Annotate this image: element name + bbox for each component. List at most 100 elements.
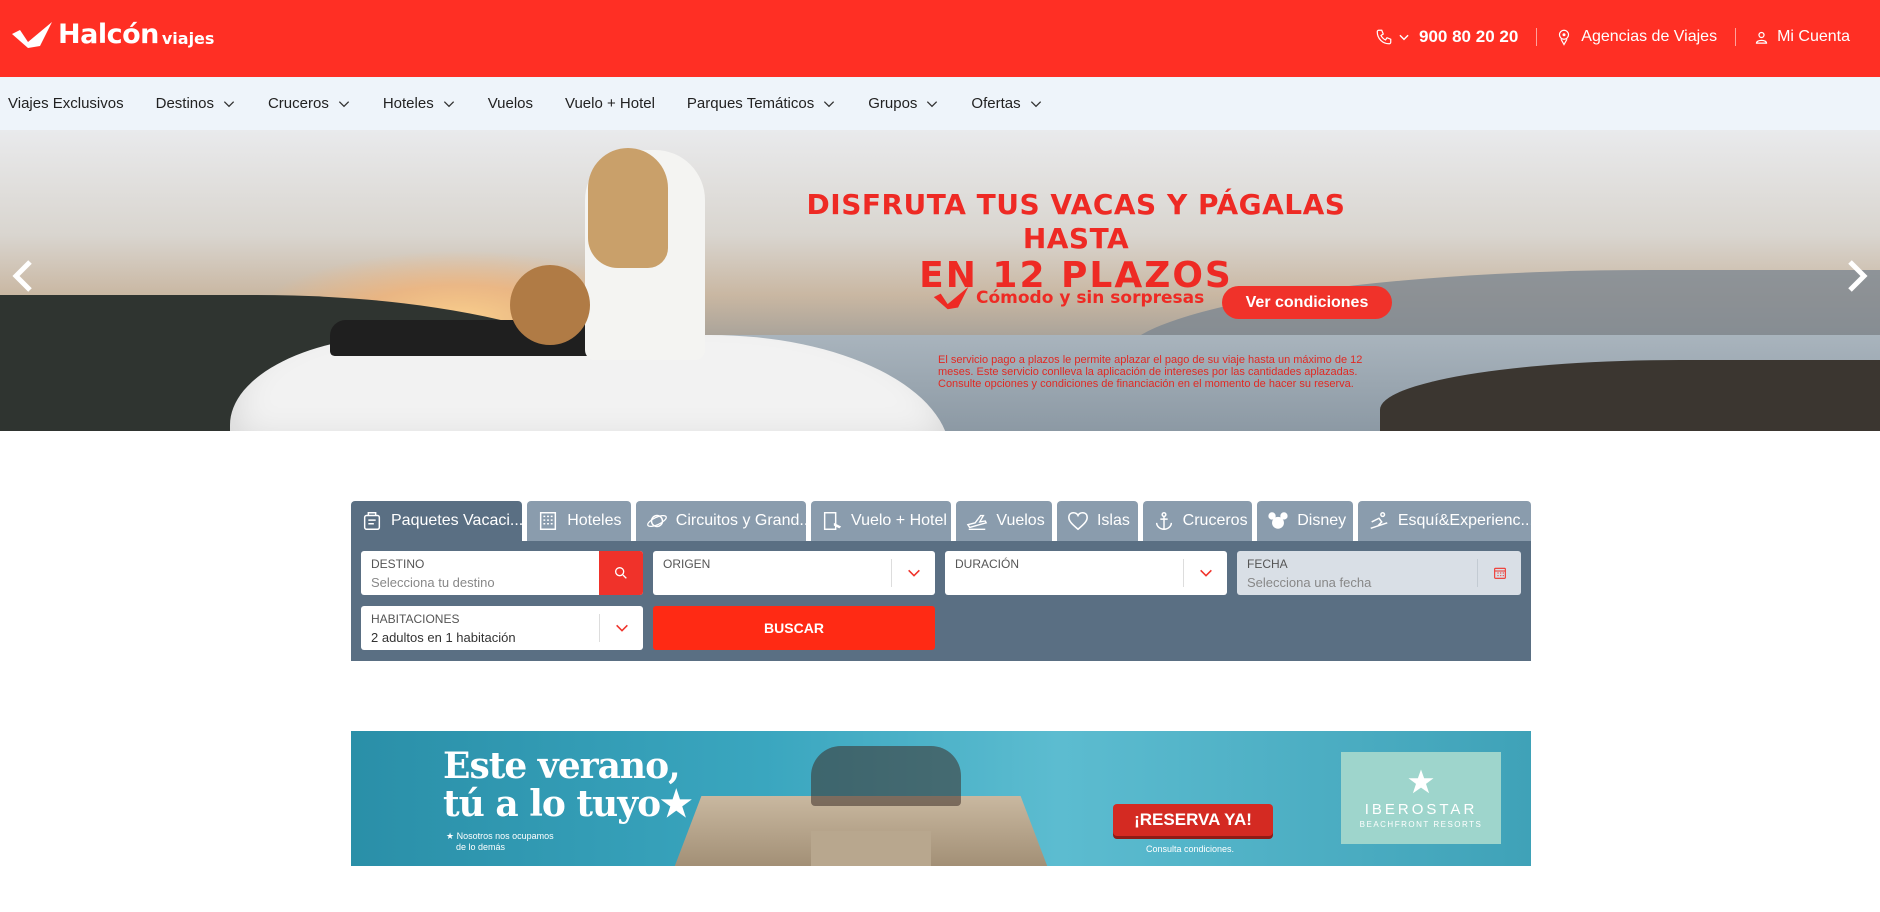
- tab-esqui[interactable]: Esquí&Experienc...: [1357, 501, 1532, 541]
- user-icon: [1755, 31, 1768, 44]
- agencias-label: Agencias de Viajes: [1581, 28, 1718, 45]
- hero-title: DISFRUTA TUS VACAS Y PÁGALAS HASTA: [806, 188, 1346, 255]
- chevron-down-icon: [615, 624, 628, 632]
- phone-icon: [1376, 29, 1392, 45]
- top-header: Halcón viajes 900 80 20 20 Agencias de V…: [0, 0, 1880, 77]
- chevron-down-icon: [824, 100, 835, 107]
- hero-carousel: DISFRUTA TUS VACAS Y PÁGALAS HASTA EN 12…: [0, 130, 1880, 431]
- chevron-down-icon: [1199, 569, 1212, 577]
- hero-slogan: Cómodo y sin sorpresas: [976, 288, 1205, 308]
- chevron-left-icon: [12, 260, 32, 292]
- agency-pin-icon: [1559, 29, 1570, 46]
- habitaciones-field[interactable]: HABITACIONES 2 adultos en 1 habitación: [361, 606, 643, 650]
- heart-icon: [1068, 511, 1088, 531]
- nav-item-ofertas[interactable]: Ofertas: [971, 95, 1042, 112]
- iberostar-promo-banner[interactable]: Este verano, tú a lo tuyo★ ★ Nosotros no…: [351, 731, 1531, 866]
- tab-vuelo-hotel[interactable]: Vuelo + Hotel: [811, 501, 952, 541]
- banner-headline-line1: Este verano,: [443, 745, 681, 787]
- carousel-next-button[interactable]: [1844, 258, 1870, 294]
- package-icon: [363, 512, 381, 530]
- nav-label: Cruceros: [267, 95, 329, 112]
- nav-label: Destinos: [155, 95, 214, 112]
- chevron-down-icon: [1030, 100, 1041, 107]
- banner-footnote-line2: de lo demás: [456, 842, 506, 852]
- chevron-down-icon: [338, 100, 349, 107]
- tab-label: Vuelo + Hotel: [851, 512, 947, 529]
- duracion-dropdown-toggle[interactable]: [1183, 559, 1227, 587]
- nav-item-destinos[interactable]: Destinos: [156, 95, 236, 112]
- planet-icon: [646, 514, 667, 528]
- origen-field[interactable]: ORIGEN: [653, 551, 935, 595]
- search-tabs: Paquetes Vacaci... Hoteles Circuitos y G…: [351, 501, 1532, 541]
- banner-family: [811, 746, 961, 806]
- hero-woman-hair: [588, 148, 668, 268]
- tab-disney[interactable]: Disney: [1257, 501, 1353, 541]
- tab-vuelos[interactable]: Vuelos: [956, 501, 1052, 541]
- carousel-prev-button[interactable]: [10, 258, 36, 294]
- habitaciones-dropdown-toggle[interactable]: [599, 614, 643, 642]
- banner-headline: Este verano, tú a lo tuyo★: [443, 745, 692, 825]
- hero-headline: DISFRUTA TUS VACAS Y PÁGALAS HASTA EN 12…: [760, 188, 1392, 296]
- nav-item-hoteles[interactable]: Hoteles: [383, 95, 456, 112]
- duracion-label: DURACIÓN: [955, 557, 1020, 571]
- tab-paquetes[interactable]: Paquetes Vacaci...: [351, 501, 523, 541]
- banner-footnote: ★ Nosotros nos ocupamos de lo demás: [446, 831, 554, 853]
- account-link[interactable]: Mi Cuenta: [1754, 28, 1850, 46]
- hotel-icon: [540, 512, 557, 530]
- destino-field[interactable]: DESTINO Selecciona tu destino: [361, 551, 643, 595]
- header-divider: [1536, 28, 1538, 46]
- tab-label: Hoteles: [567, 512, 622, 529]
- nav-item-vuelo-hotel[interactable]: Vuelo + Hotel: [565, 95, 655, 112]
- origen-dropdown-toggle[interactable]: [891, 559, 935, 587]
- nav-label: Parques Temáticos: [686, 95, 815, 112]
- agencias-link[interactable]: Agencias de Viajes: [1555, 28, 1717, 46]
- main-nav: Viajes Exclusivos Destinos Cruceros Hote…: [0, 77, 1880, 130]
- destino-label: DESTINO: [371, 557, 425, 571]
- fecha-label: FECHA: [1247, 557, 1288, 571]
- anchor-icon: [1155, 512, 1172, 530]
- nav-label: Ofertas: [971, 95, 1021, 112]
- tab-islas[interactable]: Islas: [1056, 501, 1138, 541]
- habitaciones-label: HABITACIONES: [371, 612, 460, 626]
- destino-placeholder: Selecciona tu destino: [371, 575, 495, 590]
- fecha-field[interactable]: FECHA Selecciona una fecha: [1237, 551, 1521, 595]
- nav-label: Viajes Exclusivos: [8, 95, 124, 112]
- nav-label: Hoteles: [382, 95, 434, 112]
- iberostar-logo: IBEROSTAR BEACHFRONT RESORTS: [1341, 752, 1501, 844]
- duracion-field[interactable]: DURACIÓN: [945, 551, 1227, 595]
- nav-item-cruceros[interactable]: Cruceros: [268, 95, 351, 112]
- header-actions: 900 80 20 20 Agencias de Viajes Mi Cuent…: [1375, 0, 1850, 74]
- banner-headline-line2: tú a lo tuyo★: [443, 783, 692, 825]
- nav-item-grupos[interactable]: Grupos: [868, 95, 939, 112]
- chevron-down-icon: [927, 100, 938, 107]
- chevron-down-icon: [907, 569, 920, 577]
- tab-hoteles[interactable]: Hoteles: [527, 501, 631, 541]
- calendar-icon: [1493, 567, 1506, 579]
- tab-cruceros[interactable]: Cruceros: [1142, 501, 1253, 541]
- tab-label: Esquí&Experienc...: [1397, 512, 1532, 529]
- nav-item-viajes-exclusivos[interactable]: Viajes Exclusivos: [8, 95, 124, 112]
- fecha-calendar-button[interactable]: [1477, 559, 1521, 587]
- partner-name: IBEROSTAR: [1364, 801, 1478, 818]
- tab-circuitos[interactable]: Circuitos y Grand...: [635, 501, 806, 541]
- destino-search-button[interactable]: [599, 551, 643, 595]
- chevron-down-icon: [223, 100, 235, 107]
- halcon-logo[interactable]: Halcón viajes: [10, 20, 214, 50]
- consulta-condiciones-link[interactable]: Consulta condiciones.: [1146, 844, 1234, 854]
- phone-link[interactable]: 900 80 20 20: [1375, 27, 1518, 47]
- banner-footnote-line1: ★ Nosotros nos ocupamos: [446, 831, 554, 841]
- buscar-button[interactable]: BUSCAR: [653, 606, 935, 650]
- search-panel: DESTINO Selecciona tu destino ORIGEN DUR…: [351, 541, 1531, 661]
- tab-label: Disney: [1297, 512, 1347, 529]
- nav-label: Vuelo + Hotel: [565, 95, 655, 112]
- search-widget: Paquetes Vacaci... Hoteles Circuitos y G…: [351, 501, 1532, 661]
- mickey-icon: [1268, 512, 1288, 529]
- hero-fine-print: El servicio pago a plazos le permite apl…: [938, 354, 1363, 390]
- ver-condiciones-button[interactable]: Ver condiciones: [1222, 286, 1392, 319]
- nav-item-vuelos[interactable]: Vuelos: [488, 95, 533, 112]
- plane-icon: [967, 514, 988, 530]
- tab-label: Circuitos y Grand...: [675, 512, 806, 529]
- reserva-ya-button[interactable]: ¡RESERVA YA!: [1113, 804, 1273, 836]
- nav-item-parques-tematicos[interactable]: Parques Temáticos: [687, 95, 836, 112]
- ski-icon: [1370, 512, 1388, 530]
